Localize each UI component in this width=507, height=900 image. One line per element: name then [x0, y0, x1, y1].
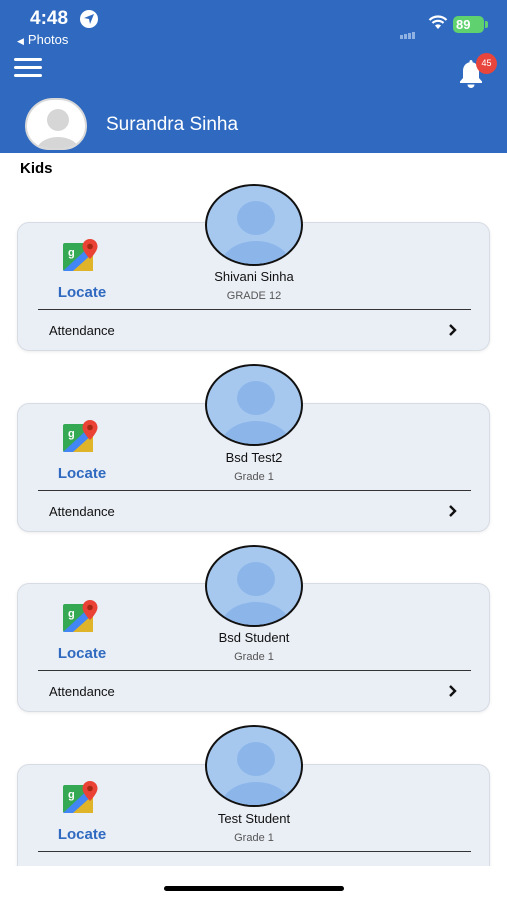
battery-tip: [485, 21, 488, 28]
locate-button[interactable]: Locate: [52, 826, 112, 843]
back-triangle-icon: ◀: [17, 36, 24, 46]
kid-name: Test Student: [217, 811, 291, 826]
svg-text:g: g: [68, 789, 75, 801]
menu-icon[interactable]: [14, 58, 42, 80]
battery-icon: 89: [453, 16, 484, 33]
chevron-right-icon: [449, 505, 457, 517]
notification-badge: 45: [476, 53, 497, 74]
locate-button[interactable]: Locate: [52, 465, 112, 482]
svg-text:g: g: [68, 428, 75, 440]
google-maps-icon: g: [63, 420, 98, 452]
attendance-label: Attendance: [49, 504, 115, 519]
status-time: 4:48: [30, 8, 69, 29]
chevron-right-icon: [449, 685, 457, 697]
profile-avatar[interactable]: [25, 98, 87, 150]
kid-grade: Grade 1: [234, 471, 274, 483]
kid-grade: Grade 1: [234, 651, 274, 663]
attendance-label: Attendance: [49, 323, 115, 338]
cellular-signal-icon: [400, 21, 416, 39]
app-header: 4:48 ◀ Photos 89 45 Surandra Sinha: [0, 0, 507, 153]
google-maps-icon: g: [63, 600, 98, 632]
person-icon: [220, 742, 292, 805]
kid-avatar[interactable]: [205, 725, 303, 807]
person-icon: [220, 562, 292, 625]
person-icon: [220, 201, 292, 264]
kid-avatar[interactable]: [205, 364, 303, 446]
divider: [38, 851, 471, 852]
google-maps-icon: g: [63, 239, 98, 271]
wifi-icon: [428, 15, 448, 29]
person-icon: [36, 109, 80, 148]
home-indicator[interactable]: [164, 886, 344, 891]
locate-button[interactable]: Locate: [52, 645, 112, 662]
section-title: Kids: [20, 160, 53, 177]
svg-text:g: g: [68, 608, 75, 620]
kid-grade: Grade 1: [234, 832, 274, 844]
kid-name: Bsd Student: [218, 630, 290, 645]
kid-name: Bsd Test2: [225, 450, 283, 465]
svg-text:g: g: [68, 247, 75, 259]
location-arrow-icon: [80, 10, 98, 28]
locate-button[interactable]: Locate: [52, 284, 112, 301]
battery-level: 89: [456, 17, 471, 32]
attendance-row[interactable]: Attendance: [18, 491, 491, 531]
home-bar-area: [0, 866, 507, 900]
attendance-row[interactable]: Attendance: [18, 671, 491, 711]
kid-avatar[interactable]: [205, 545, 303, 627]
profile-name: Surandra Sinha: [106, 114, 239, 135]
back-to-photos-link[interactable]: ◀ Photos: [17, 32, 68, 47]
back-app-label: Photos: [27, 32, 69, 47]
kid-grade: GRADE 12: [226, 290, 282, 302]
attendance-label: Attendance: [49, 684, 115, 699]
person-icon: [220, 381, 292, 444]
kid-name: Shivani Sinha: [214, 269, 294, 284]
kid-avatar[interactable]: [205, 184, 303, 266]
chevron-right-icon: [449, 324, 457, 336]
attendance-row[interactable]: Attendance: [18, 310, 491, 350]
google-maps-icon: g: [63, 781, 98, 813]
